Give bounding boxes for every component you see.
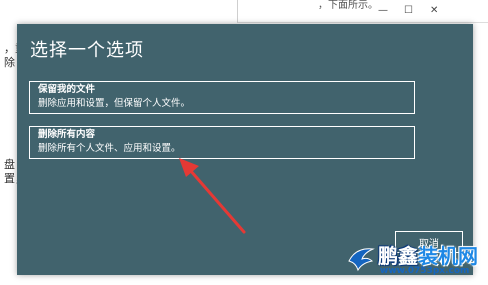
arrow-head: [179, 158, 199, 177]
arrow-shaft: [188, 168, 246, 234]
watermark-name-part1: 鹏鑫: [378, 244, 418, 268]
eagle-logo-icon: [348, 248, 375, 272]
watermark-name-part2: 装机网: [418, 244, 478, 268]
watermark: 鹏鑫装机网 www.0753px.com: [340, 236, 488, 285]
watermark-name: 鹏鑫装机网: [378, 240, 478, 269]
watermark-url: www.0753px.com: [380, 266, 470, 276]
